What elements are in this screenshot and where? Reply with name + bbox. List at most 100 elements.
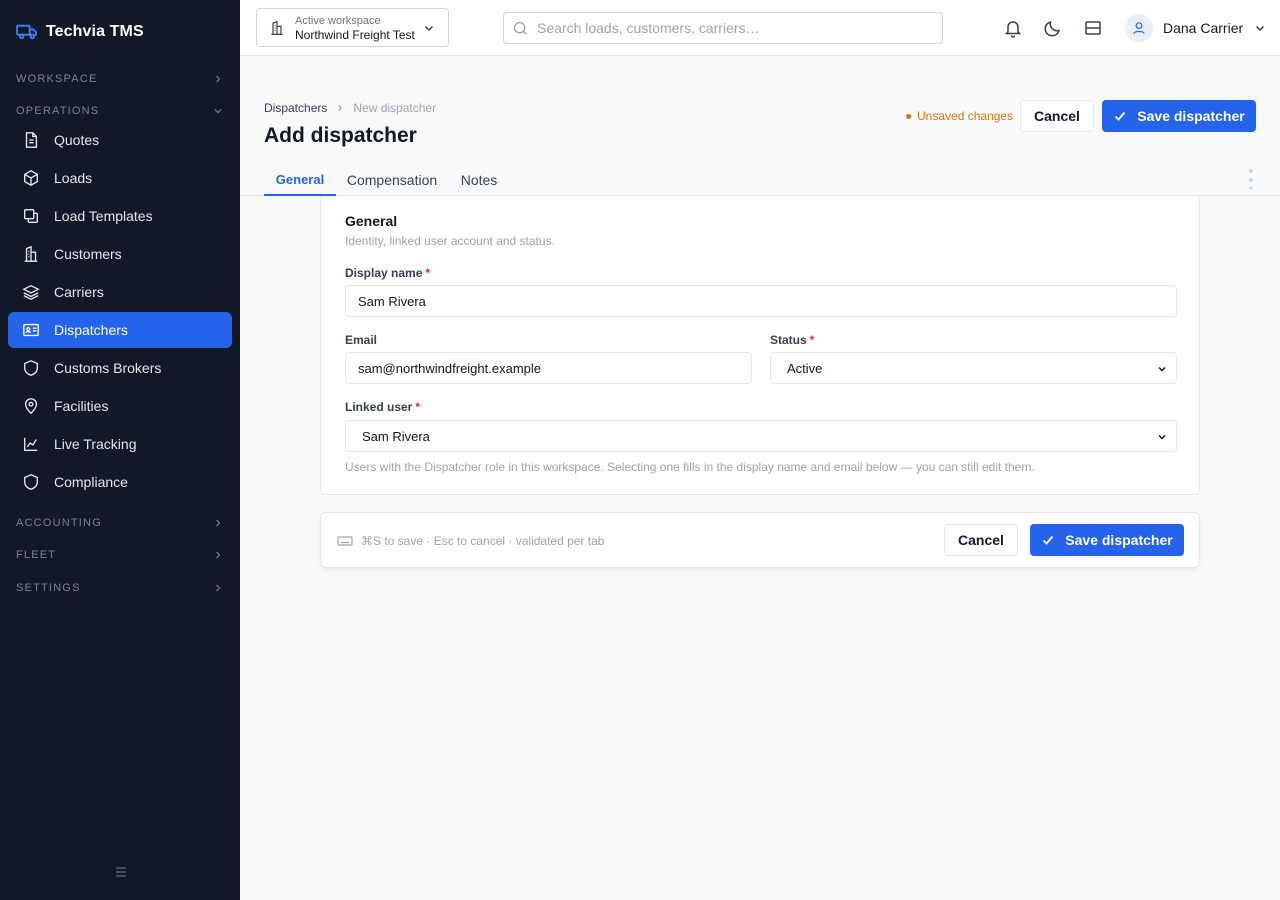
user-menu[interactable]: Dana Carrier — [1125, 14, 1267, 42]
box-icon — [24, 170, 38, 186]
sidebar-item-dispatchers[interactable]: Dispatchers — [8, 312, 232, 348]
sidebar-item-facilities[interactable]: Facilities — [8, 388, 232, 424]
check-icon — [1115, 111, 1126, 121]
required-mark: * — [425, 266, 431, 280]
section-operations[interactable]: OPERATIONS — [16, 103, 224, 119]
user-name: Dana Carrier — [1163, 20, 1244, 36]
sidebar-item-label: Live Tracking — [54, 436, 137, 452]
chevron-right-icon — [216, 75, 221, 83]
cancel-label: Cancel — [1034, 108, 1080, 124]
sidebar-nav: Quotes Loads Load Templates Customers Ca… — [8, 122, 232, 502]
keyboard-icon — [337, 536, 353, 546]
moon-icon[interactable] — [1043, 18, 1063, 38]
footer-cancel-button[interactable]: Cancel — [944, 524, 1018, 556]
unsaved-label: Unsaved changes — [917, 109, 1014, 123]
workspace-caption: Active workspace — [295, 14, 381, 27]
section-settings-label: SETTINGS — [16, 582, 81, 594]
topbar: Active workspace Northwind Freight Test … — [240, 0, 1280, 56]
sidebar-item-label: Carriers — [54, 284, 104, 300]
shield-icon — [24, 360, 38, 376]
linked-user-label: Linked user * — [345, 400, 420, 414]
display-name-label: Display name * — [345, 266, 430, 280]
workspace-switcher[interactable]: Active workspace Northwind Freight Test — [256, 8, 449, 47]
brand[interactable]: Techvia TMS — [16, 20, 144, 44]
copy-icon — [24, 209, 38, 223]
user-icon — [1133, 22, 1145, 34]
id-card-icon — [23, 323, 39, 337]
tab-bar: General Compensation Notes — [240, 164, 1280, 196]
sidebar-item-customs-brokers[interactable]: Customs Brokers — [8, 350, 232, 386]
brand-name: Techvia TMS — [46, 23, 144, 40]
sidebar-item-label: Dispatchers — [54, 322, 128, 338]
linked-user-select[interactable]: Sam Rivera — [345, 420, 1177, 452]
avatar — [1125, 14, 1153, 42]
bell-icon[interactable] — [1003, 18, 1023, 38]
save-label: Save dispatcher — [1137, 108, 1245, 124]
sidebar-item-quotes[interactable]: Quotes — [8, 122, 232, 158]
sidebar-item-label: Quotes — [54, 132, 100, 148]
section-workspace-label: WORKSPACE — [16, 73, 98, 85]
tab-scroll-icon[interactable] — [1248, 168, 1254, 194]
page-title: Add dispatcher — [264, 124, 417, 147]
breadcrumb: Dispatchers New dispatcher — [264, 101, 436, 115]
keyboard-hint: ⌘S to save · Esc to cancel · validated p… — [337, 534, 604, 548]
search-icon — [513, 21, 527, 35]
status-value: Active — [787, 360, 823, 376]
workspace-name: Northwind Freight Test — [295, 27, 415, 42]
chart-line-icon — [24, 437, 38, 451]
section-workspace[interactable]: WORKSPACE — [16, 71, 224, 87]
tab-notes[interactable]: Notes — [456, 164, 502, 196]
save-dispatcher-button[interactable]: Save dispatcher — [1102, 100, 1256, 132]
section-operations-label: OPERATIONS — [16, 105, 100, 117]
chevron-down-icon — [214, 109, 222, 114]
building-icon — [271, 20, 283, 35]
sidebar-item-label: Facilities — [54, 398, 109, 414]
footer-cancel-label: Cancel — [958, 532, 1004, 548]
section-settings[interactable]: SETTINGS — [16, 580, 224, 596]
display-name-field[interactable]: Sam Rivera — [345, 285, 1177, 317]
layout-icon[interactable] — [1083, 18, 1103, 38]
footer-save-dispatcher-button[interactable]: Save dispatcher — [1030, 524, 1184, 556]
section-accounting[interactable]: ACCOUNTING — [16, 515, 224, 531]
shield-icon — [24, 474, 38, 490]
breadcrumb-dispatchers[interactable]: Dispatchers — [264, 101, 327, 115]
cancel-button[interactable]: Cancel — [1020, 100, 1094, 132]
sidebar-item-load-templates[interactable]: Load Templates — [8, 198, 232, 234]
chevron-down-icon — [424, 25, 434, 32]
building-icon — [24, 245, 38, 262]
section-subtitle: Identity, linked user account and status… — [345, 234, 555, 248]
search-input[interactable] — [537, 20, 917, 36]
status-label-text: Status — [770, 333, 807, 347]
sidebar-item-label: Customers — [54, 246, 122, 262]
chevron-right-icon — [338, 105, 343, 111]
email-field[interactable]: sam@northwindfreight.example — [345, 352, 752, 384]
linked-user-help-text: Users with the Dispatcher role in this w… — [345, 460, 1035, 474]
chevron-right-icon — [216, 551, 221, 559]
sidebar-item-carriers[interactable]: Carriers — [8, 274, 232, 310]
required-mark: * — [415, 400, 421, 414]
required-mark: * — [809, 333, 815, 347]
sidebar-item-label: Load Templates — [54, 208, 153, 224]
email-label: Email — [345, 333, 377, 347]
general-section-card: General Identity, linked user account an… — [320, 196, 1200, 495]
truck-icon — [16, 24, 37, 40]
check-icon — [1043, 535, 1054, 545]
status-label: Status * — [770, 333, 814, 347]
footer-save-label: Save dispatcher — [1065, 532, 1173, 548]
sidebar: Techvia TMS WORKSPACE OPERATIONS Quotes … — [0, 0, 240, 900]
sidebar-item-compliance[interactable]: Compliance — [8, 464, 232, 500]
tab-compensation[interactable]: Compensation — [346, 164, 438, 196]
collapse-sidebar-icon[interactable] — [113, 864, 129, 880]
status-select[interactable]: Active — [770, 352, 1177, 384]
search-box[interactable] — [503, 12, 943, 44]
chevron-down-icon — [1158, 366, 1166, 372]
sidebar-item-customers[interactable]: Customers — [8, 236, 232, 272]
map-pin-icon — [24, 398, 38, 415]
section-fleet[interactable]: FLEET — [16, 547, 224, 563]
sidebar-item-live-tracking[interactable]: Live Tracking — [8, 426, 232, 462]
chevron-right-icon — [216, 519, 221, 527]
sidebar-item-label: Customs Brokers — [54, 360, 162, 376]
sidebar-item-loads[interactable]: Loads — [8, 160, 232, 196]
email-label-text: Email — [345, 333, 378, 347]
tab-general[interactable]: General — [264, 164, 336, 196]
